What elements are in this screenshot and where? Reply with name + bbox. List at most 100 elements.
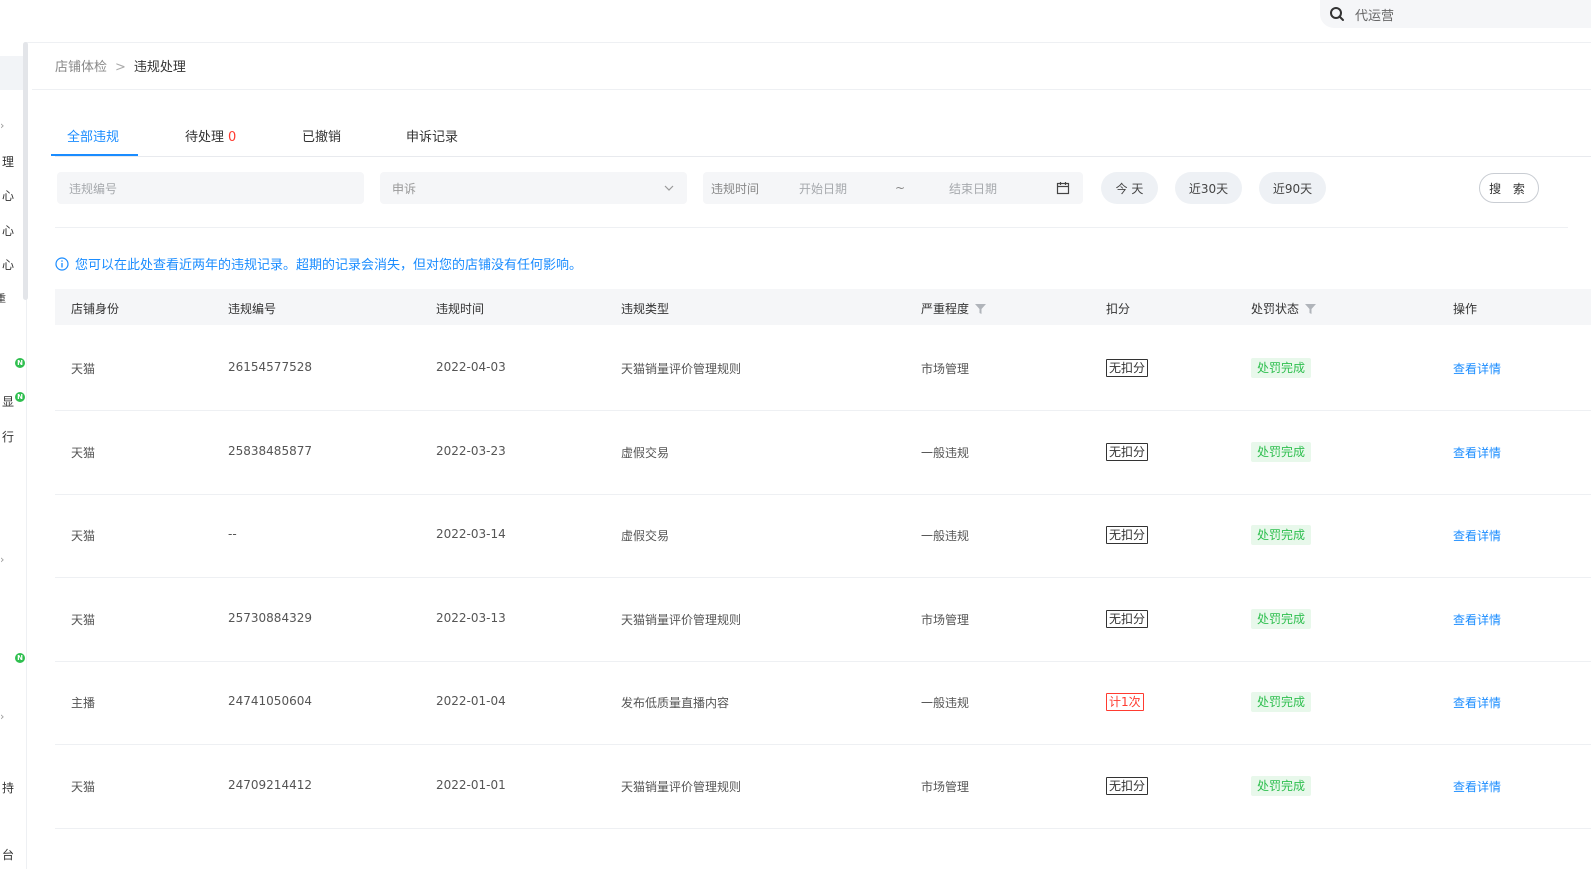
score-tag: 无扣分	[1106, 609, 1149, 628]
cell-violation-id: 26154577528	[228, 360, 312, 374]
table-row: 天猫 24709214412 2022-01-01 天猫销量评价管理规则 市场管理 无扣分…	[55, 744, 1591, 829]
cell-identity: 天猫	[71, 612, 96, 627]
active-tab-underline	[51, 154, 138, 156]
column-header-label: 店铺身份	[71, 302, 120, 316]
filter-icon[interactable]	[975, 303, 987, 314]
breadcrumb-separator: >	[115, 60, 126, 75]
tab-pending[interactable]: 待处理 0	[185, 126, 236, 145]
breadcrumb: 店铺体检 > 违规处理	[55, 56, 186, 75]
appeal-select-value: 申诉	[392, 181, 417, 196]
tab-all-violations[interactable]: 全部违规	[67, 126, 119, 145]
column-header-label: 违规类型	[621, 302, 670, 316]
last-90-days-button[interactable]: 近90天	[1259, 172, 1326, 204]
top-search-placeholder: 代运营	[1355, 8, 1395, 24]
score-tag: 无扣分	[1106, 442, 1149, 461]
view-details-link[interactable]: 查看详情	[1453, 611, 1501, 628]
last-30-days-button[interactable]: 近30天	[1175, 172, 1242, 204]
score-tag: 计1次	[1106, 693, 1144, 712]
cell-violation-id: 25838485877	[228, 443, 312, 458]
table-row: 天猫 -- 2022-03-14 虚假交易 一般违规 无扣分 处罚完成 查看详情	[55, 493, 1591, 579]
search-button[interactable]: 搜 索	[1479, 173, 1539, 203]
filter-icon[interactable]	[1305, 303, 1317, 314]
cell-severity: 市场管理	[921, 362, 970, 376]
tab-revoked[interactable]: 已撤销	[302, 126, 341, 145]
sidebar-item[interactable]: 理	[2, 153, 14, 170]
violation-id-input[interactable]: 违规编号	[57, 172, 364, 204]
sidebar-item[interactable]: 心	[2, 222, 14, 239]
appeal-select[interactable]: 申诉	[380, 172, 687, 204]
breadcrumb-current: 违规处理	[133, 60, 186, 75]
sidebar-scrollbar[interactable]	[23, 42, 28, 300]
status-badge: 处罚完成	[1251, 525, 1312, 546]
cell-severity: 市场管理	[921, 780, 970, 794]
today-button[interactable]: 今 天	[1101, 172, 1158, 204]
column-header: 违规时间	[436, 300, 484, 317]
end-date-input[interactable]: 结束日期	[949, 180, 997, 197]
violation-time-label: 违规时间	[711, 181, 760, 196]
chevron-right-icon[interactable]: ›	[0, 119, 4, 132]
breadcrumb-parent[interactable]: 店铺体检	[55, 60, 107, 75]
cell-violation-id: 25730884329	[228, 610, 312, 625]
cell-violation-id: 24709214412	[228, 778, 312, 792]
tab-label: 已撤销	[302, 130, 342, 145]
cell-severity: 一般违规	[921, 696, 970, 711]
sidebar-item[interactable]: 重	[0, 290, 6, 305]
top-search-box[interactable]: 代运营	[1320, 0, 1591, 28]
cell-violation-time: 2022-03-14	[436, 527, 506, 542]
view-details-link[interactable]: 查看详情	[1453, 778, 1501, 795]
new-badge: N	[15, 653, 25, 663]
sidebar-active-item[interactable]	[0, 56, 25, 90]
new-badge: N	[15, 392, 25, 402]
tab-appeal-records[interactable]: 申诉记录	[406, 126, 458, 145]
sidebar-item[interactable]: 行	[2, 428, 14, 445]
chevron-down-icon	[664, 185, 674, 191]
tab-label: 待处理	[185, 130, 225, 145]
cell-violation-id: 24741050604	[228, 694, 312, 709]
view-details-link[interactable]: 查看详情	[1453, 360, 1501, 377]
cell-violation-type: 天猫销量评价管理规则	[621, 362, 742, 376]
calendar-icon[interactable]	[1056, 181, 1070, 195]
column-header-label: 操作	[1453, 302, 1478, 316]
score-tag: 无扣分	[1106, 359, 1149, 377]
cell-identity: 天猫	[71, 362, 96, 376]
top-bar: 代运营	[0, 0, 1591, 43]
chevron-right-icon[interactable]: ›	[0, 710, 4, 723]
status-badge: 处罚完成	[1251, 608, 1312, 629]
column-header: 违规类型	[621, 300, 669, 317]
new-badge: N	[15, 358, 25, 368]
cell-violation-time: 2022-03-13	[436, 610, 506, 625]
column-header-label: 严重程度	[921, 302, 970, 316]
cell-violation-type: 虚假交易	[621, 529, 670, 544]
start-date-input[interactable]: 开始日期	[799, 180, 847, 197]
sidebar-item[interactable]: 心	[2, 187, 14, 204]
divider	[55, 227, 1568, 228]
violation-time-range[interactable]: 违规时间 开始日期 ~ 结束日期	[703, 172, 1083, 204]
view-details-link[interactable]: 查看详情	[1453, 694, 1501, 711]
cell-identity: 主播	[71, 696, 96, 711]
cell-identity: 天猫	[71, 445, 96, 460]
tab-bar: 全部违规 待处理 0 已撤销 申诉记录	[55, 118, 1591, 157]
table-row: 天猫 25838485877 2022-03-23 虚假交易 一般违规 无扣分 处罚完成 查看…	[55, 410, 1591, 495]
cell-violation-type: 天猫销量评价管理规则	[621, 780, 742, 794]
column-header-severity[interactable]: 严重程度	[921, 300, 987, 317]
score-tag: 无扣分	[1106, 526, 1149, 545]
cell-violation-id: --	[228, 527, 237, 542]
cell-violation-time: 2022-04-03	[436, 360, 506, 374]
info-notice-text: 您可以在此处查看近两年的违规记录。超期的记录会消失，但对您的店铺没有任何影响。	[75, 258, 583, 273]
view-details-link[interactable]: 查看详情	[1453, 527, 1501, 544]
sidebar-item[interactable]: 台	[2, 846, 14, 863]
sidebar-item[interactable]: 显	[2, 393, 14, 410]
table-row: 主播 24741050604 2022-01-04 发布低质量直播内容 一般违规 计1次 处…	[55, 660, 1591, 746]
chevron-right-icon[interactable]: ›	[0, 553, 4, 566]
view-details-link[interactable]: 查看详情	[1453, 444, 1501, 461]
sidebar-item[interactable]: 持	[2, 779, 14, 796]
table-header: 店铺身份 违规编号 违规时间 违规类型 严重程度 扣分 处罚状态 操作	[55, 289, 1591, 325]
sidebar-item[interactable]: 心	[2, 256, 14, 273]
column-header-label: 扣分	[1106, 302, 1131, 316]
status-badge: 处罚完成	[1251, 441, 1312, 462]
table-row: 天猫 25730884329 2022-03-13 天猫销量评价管理规则 市场管理 无扣分…	[55, 577, 1591, 662]
column-header-status[interactable]: 处罚状态	[1251, 300, 1317, 317]
cell-violation-time: 2022-01-01	[436, 778, 506, 792]
column-header: 违规编号	[228, 300, 276, 317]
table-row: 天猫 26154577528 2022-04-03 天猫销量评价管理规则 市场管理 无扣分…	[55, 326, 1591, 411]
